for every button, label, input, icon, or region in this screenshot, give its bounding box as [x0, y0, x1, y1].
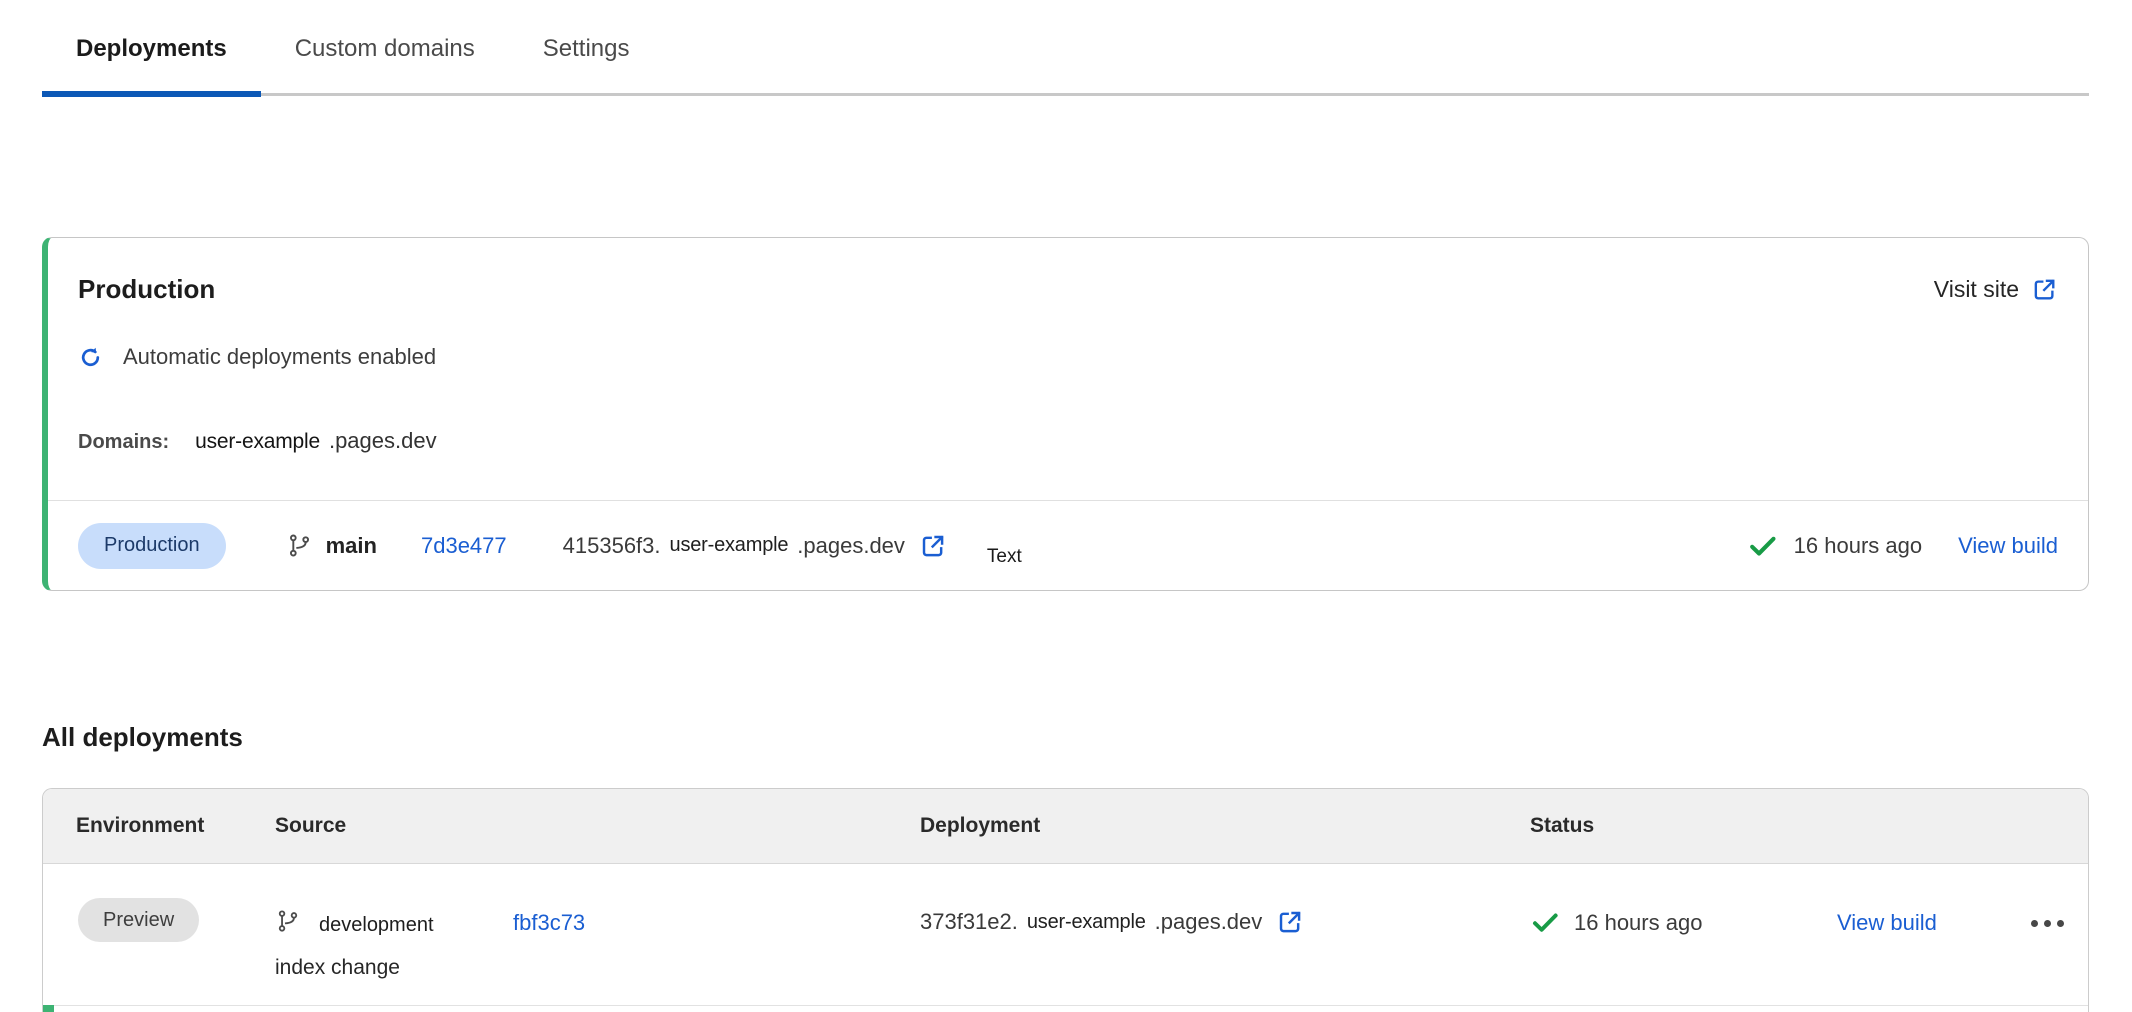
- column-header-environment: Environment: [76, 789, 204, 863]
- tab-settings[interactable]: Settings: [509, 0, 664, 97]
- row-note: Text: [987, 546, 1022, 568]
- deployment-time: 16 hours ago: [1574, 910, 1702, 936]
- commit-link[interactable]: fbf3c73: [513, 910, 585, 936]
- branch-name: development: [319, 914, 434, 937]
- domains-label: Domains:: [78, 431, 169, 454]
- deployment-url-suffix: .pages.dev: [1155, 909, 1263, 935]
- environment-badge-production: Production: [78, 523, 226, 569]
- deployment-url-name: user-example: [670, 534, 789, 557]
- tab-deployments[interactable]: Deployments: [42, 0, 261, 97]
- tab-deployments-label: Deployments: [76, 35, 227, 63]
- git-branch-icon: [286, 532, 313, 559]
- commit-message: index change: [275, 956, 400, 980]
- deployment-url-suffix: .pages.dev: [797, 533, 905, 559]
- external-link-icon[interactable]: [919, 532, 947, 560]
- all-deployments-heading: All deployments: [42, 722, 243, 753]
- view-build-link[interactable]: View build: [1837, 910, 1937, 936]
- environment-badge-preview: Preview: [78, 898, 199, 942]
- tab-settings-label: Settings: [543, 35, 630, 63]
- refresh-icon: [78, 345, 103, 370]
- table-header-row: Environment Source Deployment Status: [43, 789, 2088, 864]
- success-check-icon: [1747, 530, 1778, 561]
- auto-deployments-status: Automatic deployments enabled: [78, 344, 436, 370]
- domains-row: Domains: user-example .pages.dev: [78, 428, 437, 454]
- commit-link[interactable]: 7d3e477: [421, 533, 507, 559]
- production-card-header: Production Visit site: [78, 274, 2058, 305]
- external-link-icon[interactable]: [1276, 908, 1304, 936]
- domain-suffix: .pages.dev: [329, 428, 437, 454]
- pages-deployments-view: Deployments Custom domains Settings Prod…: [0, 0, 2132, 1012]
- view-build-link[interactable]: View build: [1958, 533, 2058, 559]
- tab-custom-domains[interactable]: Custom domains: [261, 0, 509, 97]
- column-header-deployment: Deployment: [920, 789, 1040, 863]
- visit-site-label: Visit site: [1934, 276, 2019, 303]
- deployment-url-prefix: 415356f3.: [563, 533, 661, 559]
- branch-name: main: [326, 533, 377, 559]
- domain-name: user-example: [195, 430, 320, 454]
- column-header-source: Source: [275, 789, 346, 863]
- auto-deployments-text: Automatic deployments enabled: [123, 344, 436, 370]
- production-deployment-row: Production main 7d3e477 415356f3. user-e…: [48, 501, 2088, 590]
- all-deployments-table: Environment Source Deployment Status Pre…: [42, 788, 2089, 1012]
- deployment-url-name: user-example: [1027, 911, 1146, 934]
- deployment-url-prefix: 373f31e2.: [920, 909, 1018, 935]
- git-branch-icon: [275, 908, 301, 934]
- deployment-url: 415356f3. user-example .pages.dev: [563, 532, 947, 560]
- table-row: Preview development fbf3c73 index change…: [43, 864, 2088, 1006]
- visit-site-link[interactable]: Visit site: [1934, 276, 2058, 303]
- row-actions-menu-icon[interactable]: [2031, 920, 2064, 927]
- production-card-title: Production: [78, 274, 215, 305]
- production-card: Production Visit site Automa: [42, 237, 2089, 591]
- external-link-icon: [2031, 276, 2058, 303]
- deployment-url: 373f31e2. user-example .pages.dev: [920, 908, 1304, 936]
- column-header-status: Status: [1530, 789, 1594, 863]
- deployment-time: 16 hours ago: [1794, 533, 1922, 559]
- tab-bar: Deployments Custom domains Settings: [42, 0, 2089, 97]
- next-row-accent-peek: [43, 1005, 54, 1012]
- success-check-icon: [1530, 907, 1560, 937]
- tab-custom-domains-label: Custom domains: [295, 35, 475, 63]
